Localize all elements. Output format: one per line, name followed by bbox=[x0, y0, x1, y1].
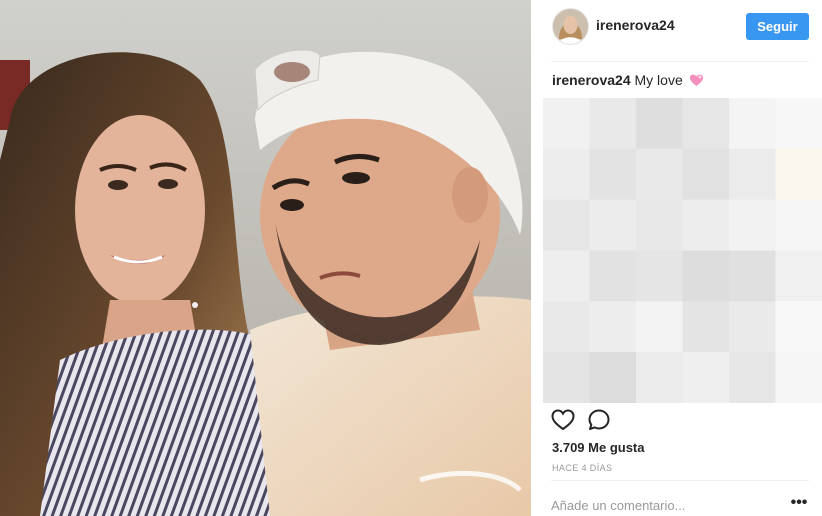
pixel-block bbox=[729, 148, 776, 201]
pixel-block bbox=[775, 148, 822, 201]
pixel-block bbox=[636, 250, 683, 302]
ellipsis-icon[interactable]: ••• bbox=[789, 495, 809, 514]
pixel-block bbox=[589, 98, 637, 150]
pixel-block bbox=[682, 199, 730, 251]
heart-outline-icon[interactable] bbox=[551, 408, 577, 434]
post-side-panel: irenerova24 Seguir irenerova24 My love 3… bbox=[531, 0, 822, 516]
pixel-block bbox=[636, 352, 683, 404]
pixel-block bbox=[543, 98, 590, 150]
header-username[interactable]: irenerova24 bbox=[596, 17, 675, 33]
follow-button[interactable]: Seguir bbox=[746, 13, 809, 40]
post-photo[interactable] bbox=[0, 0, 531, 516]
pixel-block bbox=[543, 148, 590, 201]
pink-heart-icon bbox=[689, 73, 704, 90]
avatar[interactable] bbox=[552, 8, 589, 45]
caption-author[interactable]: irenerova24 bbox=[552, 72, 631, 88]
post-photo-image bbox=[0, 0, 531, 516]
pixel-block bbox=[682, 352, 730, 404]
pixel-block bbox=[729, 352, 776, 404]
pixelated-comments-image bbox=[543, 98, 822, 404]
pixel-block bbox=[775, 98, 822, 150]
caption-text: My love bbox=[634, 72, 683, 88]
post-timestamp[interactable]: HACE 4 DÍAS bbox=[552, 463, 612, 473]
caption: irenerova24 My love bbox=[552, 72, 704, 90]
pixel-block bbox=[543, 301, 590, 353]
pixel-block bbox=[729, 199, 776, 251]
speech-bubble-icon[interactable] bbox=[587, 408, 613, 434]
pixel-block bbox=[729, 98, 776, 150]
pixel-block bbox=[636, 148, 683, 201]
pixel-block bbox=[589, 301, 637, 353]
pixel-block bbox=[682, 250, 730, 302]
comment-divider bbox=[551, 480, 809, 481]
avatar-image bbox=[553, 9, 588, 44]
pixel-block bbox=[589, 250, 637, 302]
pixel-block bbox=[543, 352, 590, 404]
pixel-block bbox=[775, 352, 822, 404]
pixel-block bbox=[775, 301, 822, 353]
pixel-block bbox=[775, 250, 822, 302]
pixel-block bbox=[636, 98, 683, 150]
pixel-block bbox=[682, 301, 730, 353]
pixel-block bbox=[682, 98, 730, 150]
comment-input[interactable] bbox=[551, 496, 771, 514]
header-divider bbox=[551, 61, 809, 62]
pixel-block bbox=[729, 250, 776, 302]
pixelated-comments bbox=[543, 98, 822, 404]
pixel-block bbox=[729, 301, 776, 353]
pixel-block bbox=[589, 352, 637, 404]
pixel-block bbox=[636, 301, 683, 353]
pixel-block bbox=[775, 199, 822, 251]
pixel-block bbox=[543, 199, 590, 251]
pixel-block bbox=[589, 199, 637, 251]
pixel-block bbox=[589, 148, 637, 201]
pixel-block bbox=[682, 148, 730, 201]
pixel-block bbox=[543, 250, 590, 302]
pixel-block bbox=[636, 199, 683, 251]
likes-count[interactable]: 3.709 Me gusta bbox=[552, 440, 645, 455]
post-header: irenerova24 Seguir bbox=[531, 0, 822, 60]
